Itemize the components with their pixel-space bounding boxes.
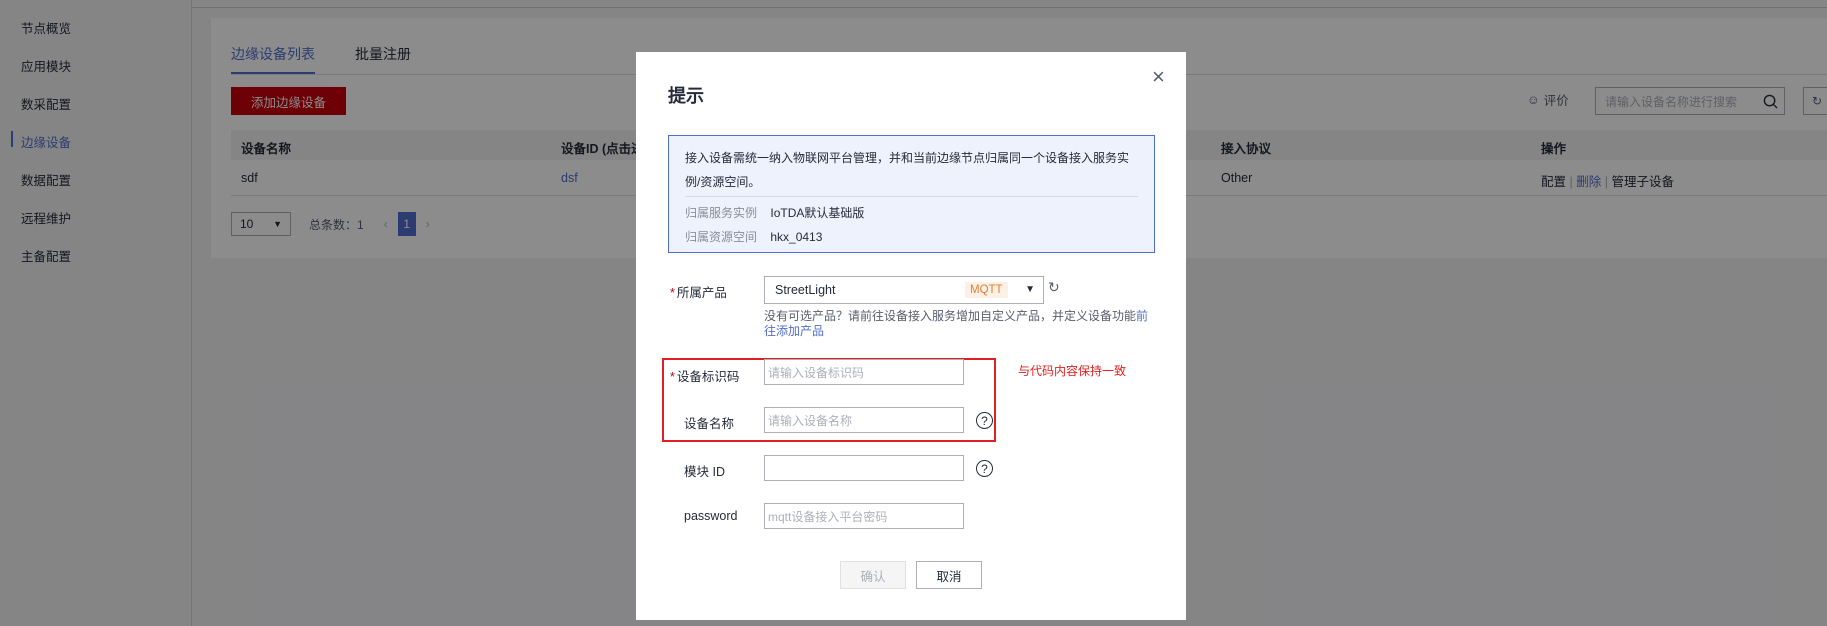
product-select[interactable]: StreetLight MQTT ▼	[764, 276, 1044, 304]
device-name-label: 设备名称	[684, 417, 735, 431]
password-label: password	[684, 509, 738, 523]
module-id-input[interactable]	[764, 455, 964, 481]
info-value: hkx_0413	[770, 230, 823, 244]
module-id-label: 模块 ID	[684, 465, 725, 479]
product-label: * 所属产品	[670, 286, 727, 300]
caret-down-icon: ▼	[1025, 284, 1035, 295]
info-notice: 接入设备需统一纳入物联网平台管理，并和当前边缘节点归属同一个设备接入服务实例/资…	[668, 135, 1155, 253]
info-text: 接入设备需统一纳入物联网平台管理，并和当前边缘节点归属同一个设备接入服务实例/资…	[685, 151, 1130, 189]
password-input[interactable]: mqtt设备接入平台密码	[764, 503, 964, 529]
info-service-instance: 归属服务实例 IoTDA默认基础版	[685, 201, 1138, 225]
info-value: IoTDA默认基础版	[770, 206, 865, 220]
device-name-input[interactable]: 请输入设备名称	[764, 407, 964, 433]
dialog-title: 提示	[668, 86, 704, 106]
product-value: StreetLight	[775, 283, 836, 297]
info-resource-space: 归属资源空间 hkx_0413	[685, 225, 1138, 249]
product-hint: 没有可选产品？请前往设备接入服务增加自定义产品，并定义设备功能前往添加产品	[764, 309, 1149, 338]
add-device-dialog: 提示 × 接入设备需统一纳入物联网平台管理，并和当前边缘节点归属同一个设备接入服…	[636, 52, 1186, 620]
annotation-text: 与代码内容保持一致	[1018, 364, 1127, 378]
info-divider	[685, 196, 1138, 197]
required-mark: *	[670, 370, 675, 384]
close-icon[interactable]: ×	[1152, 66, 1165, 88]
device-id-label: * 设备标识码	[670, 370, 740, 384]
device-id-input[interactable]: 请输入设备标识码	[764, 359, 964, 385]
required-mark: *	[670, 286, 675, 300]
help-icon[interactable]: ?	[976, 460, 993, 477]
info-key: 归属资源空间	[685, 230, 758, 244]
confirm-button[interactable]: 确认	[840, 561, 906, 589]
info-key: 归属服务实例	[685, 206, 758, 220]
refresh-icon[interactable]: ↻	[1048, 279, 1060, 296]
help-icon[interactable]: ?	[976, 412, 993, 429]
cancel-button[interactable]: 取消	[916, 561, 982, 589]
protocol-tag: MQTT	[965, 282, 1008, 298]
